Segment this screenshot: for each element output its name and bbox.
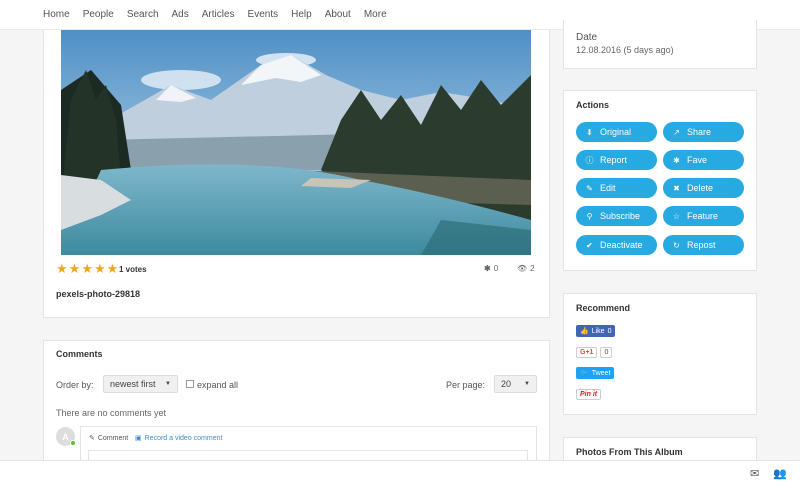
- views-count: 2: [530, 264, 535, 273]
- pinterest-label: Pin it: [576, 389, 602, 400]
- nav-item-articles[interactable]: Articles: [202, 9, 235, 20]
- share-button[interactable]: ↗ Share: [663, 122, 744, 142]
- repost-label: Repost: [687, 240, 716, 250]
- twitter-icon: 🐦: [580, 370, 589, 377]
- pencil-icon: ✎: [89, 435, 95, 442]
- tab-comment-label: Comment: [97, 434, 129, 442]
- pinterest-button[interactable]: Pin it: [576, 389, 602, 400]
- repost-button[interactable]: ↻ Repost: [663, 235, 744, 255]
- per-page-label: Per page:: [446, 380, 486, 390]
- per-page-value: 20: [501, 379, 512, 389]
- gplus-button[interactable]: G+1 0: [576, 347, 613, 358]
- fave-button[interactable]: ✱ Fave: [663, 150, 744, 170]
- report-label: Report: [600, 155, 628, 165]
- tab-video-label: Record a video comment: [144, 434, 223, 442]
- star-icon[interactable]: ★: [81, 262, 93, 275]
- per-page-select[interactable]: 20 ▼: [494, 375, 537, 393]
- faves-stat: ✱ 0: [484, 264, 498, 273]
- original-button[interactable]: ⬇ Original: [576, 122, 657, 142]
- nav-item-people[interactable]: People: [83, 9, 114, 20]
- paperclip-icon: ⚲: [586, 211, 593, 221]
- date-label: Date: [576, 32, 598, 43]
- tab-comment[interactable]: ✎ Comment: [89, 434, 129, 443]
- deactivate-label: Deactivate: [600, 240, 643, 250]
- bottom-bar: ✉ 👥: [0, 460, 800, 485]
- nav-menu: Home People Search Ads Articles Events H…: [43, 9, 387, 20]
- edit-label: Edit: [600, 183, 616, 193]
- edit-icon: ✎: [586, 183, 593, 193]
- star-icon[interactable]: ★: [94, 262, 106, 275]
- asterisk-icon: ✱: [484, 264, 491, 273]
- feature-label: Feature: [687, 211, 719, 221]
- facebook-like-label: Like: [591, 327, 605, 335]
- tab-video-comment[interactable]: ▣ Record a video comment: [135, 434, 223, 443]
- refresh-icon: ↻: [673, 240, 680, 250]
- nav-item-help[interactable]: Help: [291, 9, 312, 20]
- expand-all-label[interactable]: expand all: [197, 380, 238, 390]
- nav-item-search[interactable]: Search: [127, 9, 159, 20]
- order-by-select[interactable]: newest first ▼: [103, 375, 178, 393]
- photo-title: pexels-photo-29818: [56, 289, 141, 299]
- facebook-like-button[interactable]: 👍 Like 0: [576, 325, 616, 337]
- facebook-like-badge: 👍 Like 0: [576, 325, 616, 337]
- delete-button[interactable]: ✖ Delete: [663, 178, 744, 198]
- rating-stars[interactable]: ★ ★ ★ ★ ★: [56, 262, 119, 275]
- expand-all-checkbox[interactable]: [186, 380, 194, 388]
- album-title: Photos From This Album: [576, 447, 683, 457]
- date-value: 12.08.2016 (5 days ago): [576, 45, 674, 55]
- views-stat: 👁 2: [517, 264, 535, 273]
- deactivate-button[interactable]: ✔ Deactivate: [576, 235, 657, 255]
- landscape-photo: [61, 30, 531, 255]
- no-comments-text: There are no comments yet: [56, 408, 167, 418]
- info-icon: ⓘ: [585, 155, 594, 165]
- feature-button[interactable]: ☆ Feature: [663, 206, 744, 226]
- mail-icon[interactable]: ✉: [750, 467, 759, 480]
- order-by-label: Order by:: [56, 380, 94, 390]
- recommend-title: Recommend: [576, 303, 631, 313]
- nav-item-about[interactable]: About: [325, 9, 351, 20]
- film-icon: ▣: [135, 435, 142, 442]
- eye-icon: 👁: [517, 264, 528, 273]
- avatar-letter: A: [62, 431, 69, 442]
- nav-item-home[interactable]: Home: [43, 9, 70, 20]
- users-icon[interactable]: 👥: [773, 467, 787, 480]
- chevron-down-icon: ▼: [524, 381, 530, 387]
- nav-item-more[interactable]: More: [364, 9, 387, 20]
- check-icon: ✔: [586, 240, 593, 250]
- order-by-value: newest first: [110, 379, 156, 389]
- delete-label: Delete: [687, 183, 714, 193]
- nav-item-events[interactable]: Events: [248, 9, 279, 20]
- share-icon: ↗: [673, 127, 680, 137]
- tweet-badge: 🐦 Tweet: [576, 367, 615, 379]
- subscribe-button[interactable]: ⚲ Subscribe: [576, 206, 657, 226]
- gplus-count: 0: [600, 347, 613, 358]
- comments-title: Comments: [56, 349, 103, 359]
- facebook-like-count: 0: [607, 327, 612, 335]
- star-icon[interactable]: ★: [56, 262, 68, 275]
- star-icon[interactable]: ★: [69, 262, 81, 275]
- fave-label: Fave: [687, 155, 708, 165]
- report-button[interactable]: ⓘ Report: [576, 150, 657, 170]
- chevron-down-icon: ▼: [165, 381, 171, 387]
- edit-button[interactable]: ✎ Edit: [576, 178, 657, 198]
- faves-count: 0: [493, 264, 499, 273]
- times-icon: ✖: [673, 183, 680, 193]
- tweet-label: Tweet: [591, 369, 611, 377]
- gplus-label: G+1: [576, 347, 598, 358]
- nav-item-ads[interactable]: Ads: [172, 9, 189, 20]
- online-status-dot: [70, 440, 76, 446]
- votes-count: 1 votes: [119, 265, 147, 274]
- star-outline-icon: ☆: [672, 211, 681, 221]
- thumbs-up-icon: 👍: [580, 328, 589, 335]
- tweet-button[interactable]: 🐦 Tweet: [576, 367, 615, 379]
- download-icon: ⬇: [586, 127, 593, 137]
- actions-title: Actions: [576, 100, 610, 110]
- share-label: Share: [687, 127, 712, 137]
- asterisk-icon: ✱: [673, 155, 680, 165]
- original-label: Original: [600, 127, 632, 137]
- star-icon[interactable]: ★: [107, 262, 119, 275]
- photo-image[interactable]: [61, 30, 531, 255]
- subscribe-label: Subscribe: [600, 211, 641, 221]
